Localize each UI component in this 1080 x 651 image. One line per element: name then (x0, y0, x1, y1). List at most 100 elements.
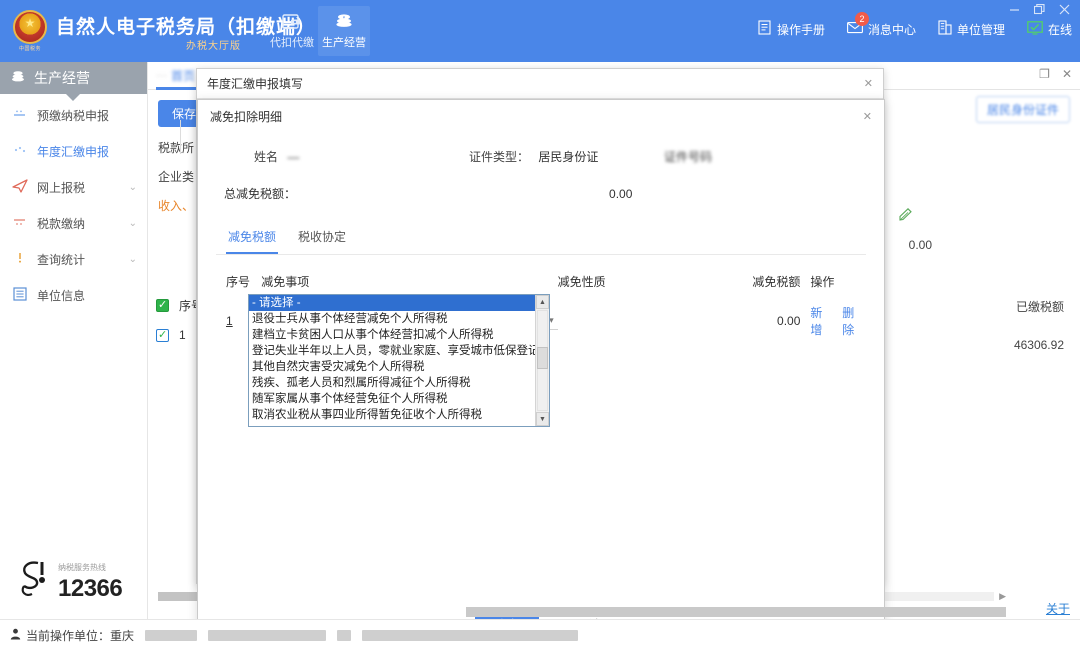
scroll-up-arrow-icon[interactable]: ▲ (536, 295, 549, 309)
grid-row-operations: 新增 删除 (800, 304, 866, 338)
tab-jianmian-shuie[interactable]: 减免税额 (226, 224, 279, 254)
minus-icon (12, 108, 28, 122)
redacted-mask-bar (466, 607, 1006, 617)
close-icon[interactable] (1059, 4, 1070, 15)
module-tab-label: 代扣代缴 (270, 36, 314, 49)
dropdown-option[interactable]: 建档立卡贫困人口从事个体经营扣减个人所得税 (249, 327, 535, 343)
total-reduction-label: 总减免税额： (224, 187, 297, 201)
outer-dialog-close-icon[interactable]: ✕ (864, 77, 873, 90)
dropdown-option[interactable]: 其他自然灾害受灾减免个人所得税 (249, 359, 535, 375)
redacted-unit-3 (337, 630, 352, 641)
outer-dialog-titlebar: 年度汇缴申报填写 ✕ (197, 69, 883, 99)
sidebar-item-niandu-huijiao-shenbao[interactable]: 年度汇缴申报 (0, 136, 147, 166)
scroll-right-arrow-icon[interactable]: ▶ (999, 591, 1006, 602)
header-links: 操作手册 2 消息中心 单位管理 在线 (758, 11, 1072, 38)
module-tab-shengchanjingying[interactable]: ¥ 生产经营 (318, 6, 370, 56)
sidebar-item-chaxun-tongji[interactable]: 查询统计 ⌄ (0, 244, 147, 274)
list-icon (12, 286, 28, 304)
inner-dialog-title: 减免扣除明细 (210, 109, 283, 124)
edit-icon[interactable] (899, 208, 912, 224)
name-label: 姓名 (254, 150, 279, 164)
hotline-caption: 纳税服务热线 (58, 563, 106, 572)
inner-dialog-close-icon[interactable]: ✕ (863, 110, 872, 123)
dots-icon (12, 144, 28, 158)
module-tab-label: 生产经营 (322, 36, 366, 49)
emblem-caption: 中国税务 (18, 46, 41, 52)
tab-close-icon[interactable]: ✕ (1062, 67, 1072, 81)
delete-row-link[interactable]: 删除 (842, 304, 866, 338)
id-type-value: 居民身份证 (538, 150, 599, 164)
header-link-label: 单位管理 (956, 22, 1005, 37)
reduction-item-dropdown-list[interactable]: - 请选择 - 退役士兵从事个体经营减免个人所得税 建档立卡贫困人口从事个体经营… (248, 294, 550, 427)
dropdown-option[interactable]: 取消农业税从事四业所得暂免征收个人所得税 (249, 407, 535, 423)
sidebar-item-danwei-xinxi[interactable]: 单位信息 (0, 280, 147, 310)
about-link[interactable]: 关于 (1046, 600, 1070, 617)
module-tabs: 代扣代缴 ¥ 生产经营 (266, 6, 370, 56)
building-icon (938, 20, 952, 38)
coins-icon: ¥ (334, 13, 354, 31)
paperplane-icon (12, 178, 28, 196)
id-type-field-group: 证件类型： 居民身份证 (469, 148, 664, 165)
sidebar-section-title: 生产经营 (34, 70, 90, 86)
module-tab-daikoudaijiao[interactable]: 代扣代缴 (266, 6, 318, 56)
tab-maximize-icon[interactable]: ❐ (1039, 67, 1050, 81)
national-emblem-logo: 中国税务 (8, 10, 52, 54)
header-link-online-status[interactable]: 在线 (1027, 20, 1072, 38)
header-link-messages[interactable]: 2 消息中心 (847, 11, 916, 38)
sidebar-item-label: 年度汇缴申报 (37, 144, 110, 159)
header-link-label: 消息中心 (867, 22, 916, 37)
id-no-label: 证件号码 (664, 150, 713, 164)
inner-dialog-titlebar: 减免扣除明细 ✕ (198, 100, 884, 132)
sidebar-item-label: 查询统计 (37, 252, 86, 267)
row-checkbox[interactable] (156, 328, 169, 342)
dropdown-option[interactable]: 登记失业半年以上人员，零就业家庭、享受城市低保登记失业人 (249, 343, 535, 359)
user-icon (10, 628, 21, 643)
wallet-icon (282, 13, 302, 31)
hotline-mark-icon (16, 559, 52, 603)
grid-row-amount: 0.00 (777, 314, 801, 328)
sidebar-section-header: 生产经营 (0, 62, 147, 101)
restore-icon[interactable] (1034, 3, 1045, 15)
dropdown-scrollbar[interactable]: ▲ ▼ (535, 295, 549, 426)
document-icon (758, 20, 772, 38)
dropdown-option[interactable]: 退役士兵从事个体经营减免个人所得税 (249, 311, 535, 327)
window-controls (1009, 0, 1076, 18)
grid-header-nature: 减免性质 (557, 275, 606, 289)
sidebar-item-shuikuan-jiaona[interactable]: 税款缴纳 ⌄ (0, 208, 147, 238)
tab-shuishou-xieding[interactable]: 税收协定 (296, 224, 348, 254)
total-reduction-value: 0.00 (609, 186, 633, 201)
id-type-label: 证件类型： (469, 150, 530, 164)
sidebar-item-label: 单位信息 (37, 288, 86, 303)
id-type-query-button[interactable]: 居民身份证件 (975, 96, 1070, 123)
add-row-link[interactable]: 新增 (810, 304, 834, 338)
monitor-icon (1027, 20, 1043, 38)
bars-icon (12, 216, 28, 230)
dropdown-option[interactable]: - 请选择 - (249, 295, 535, 311)
breadcrumb-home[interactable]: 首页 (171, 67, 195, 84)
dropdown-option[interactable]: 随军家属从事个体经营免征个人所得税 (249, 391, 535, 407)
header-link-label: 在线 (1047, 22, 1072, 37)
row-checkbox[interactable] (156, 298, 169, 312)
inner-dialog-tabs: 减免税额 税收协定 (216, 224, 866, 255)
background-value-right: 0.00 (908, 238, 932, 252)
minimize-icon[interactable] (1009, 4, 1020, 15)
name-field-group: 姓名 — (254, 148, 469, 165)
grid-header-operation: 操作 (810, 275, 835, 289)
grid-header-no: 序号 (226, 275, 251, 289)
sidebar-item-wangshang-baoshui[interactable]: 网上报税 ⌄ (0, 172, 147, 202)
sidebar-item-yujiaonashuishenbao[interactable]: 预缴纳税申报 (0, 100, 147, 130)
scroll-down-arrow-icon[interactable]: ▼ (536, 412, 549, 426)
svg-text:¥: ¥ (343, 15, 345, 19)
header-link-unit-management[interactable]: 单位管理 (938, 20, 1005, 38)
message-badge: 2 (854, 11, 869, 26)
grid-header-item: 减免事项 (261, 275, 310, 289)
header-link-manual[interactable]: 操作手册 (758, 20, 825, 38)
exclaim-icon (12, 252, 28, 267)
identity-fields-row: 姓名 — 证件类型： 居民身份证 证件号码 (216, 148, 866, 165)
id-no-field-group: 证件号码 (664, 148, 712, 165)
app-subtitle: 办税大厅版 (186, 41, 241, 52)
sidebar-item-label: 预缴纳税申报 (37, 108, 110, 123)
dropdown-option[interactable]: 残疾、孤老人员和烈属所得减征个人所得税 (249, 375, 535, 391)
tabstrip-controls: ❐ ✕ (1039, 67, 1072, 81)
scrollbar-thumb[interactable] (537, 347, 548, 369)
